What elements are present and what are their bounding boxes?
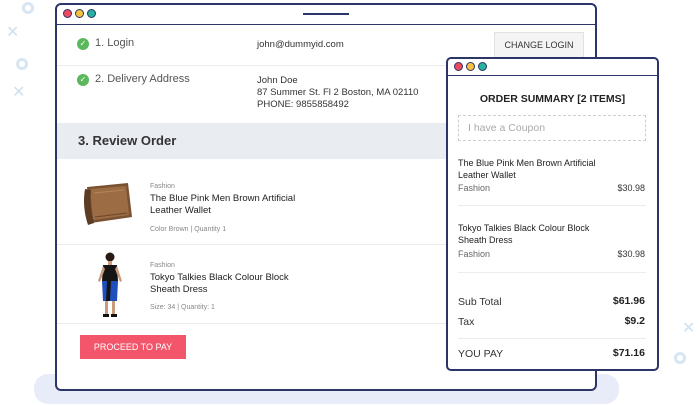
cross-decoration-icon: ✕ (682, 320, 696, 337)
ring-decoration-icon (22, 2, 34, 14)
close-dot-icon[interactable] (454, 62, 463, 71)
item-category: Fashion (150, 183, 175, 190)
login-step-label: 1. Login (95, 37, 135, 49)
summary-item-name-line2: Sheath Dress (458, 235, 513, 245)
address-name: John Doe (257, 75, 298, 86)
subtotal-value: $61.96 (612, 295, 645, 307)
stage: ✕ ✕ ✕ ✓ 1. Login john@dummyid.com CHANGE… (0, 0, 700, 406)
item-meta: Size: 34 | Quantity: 1 (150, 304, 215, 311)
coupon-input[interactable]: I have a Coupon (458, 115, 646, 141)
close-dot-icon[interactable] (63, 9, 72, 18)
titlebar-line (303, 13, 349, 15)
login-check-icon: ✓ (77, 38, 89, 50)
tax-value: $9.2 (624, 315, 645, 327)
summary-item-price: $30.98 (617, 249, 645, 259)
address-street: 87 Summer St. Fl 2 Boston, MA 02110 (257, 87, 419, 98)
address-step-label: 2. Delivery Address (95, 73, 190, 85)
summary-item-category: Fashion (458, 249, 491, 259)
cross-decoration-icon: ✕ (12, 84, 26, 101)
item-meta: Color Brown | Quantity 1 (150, 226, 227, 233)
divider (458, 338, 646, 339)
address-phone: PHONE: 9855858492 (257, 99, 349, 110)
order-summary-window: ORDER SUMMARY [2 ITEMS] I have a Coupon … (446, 57, 659, 371)
wallet-product-image (84, 183, 132, 225)
proceed-to-pay-button[interactable]: PROCEED TO PAY (80, 335, 186, 359)
window-controls (63, 9, 96, 18)
cross-decoration-icon: ✕ (6, 24, 20, 41)
minimize-dot-icon[interactable] (75, 9, 84, 18)
you-pay-value: $71.16 (612, 347, 645, 359)
window-titlebar (57, 5, 595, 25)
maximize-dot-icon[interactable] (87, 9, 96, 18)
item-name-line2: Sheath Dress (150, 284, 208, 295)
subtotal-label: Sub Total (458, 296, 502, 308)
divider (458, 205, 646, 206)
summary-item-name-line1: Tokyo Talkies Black Colour Block (458, 223, 590, 233)
item-category: Fashion (150, 262, 175, 269)
tax-label: Tax (458, 316, 475, 328)
summary-title: ORDER SUMMARY [2 ITEMS] (479, 93, 626, 105)
dress-product-image (98, 252, 122, 317)
summary-item-name-line2: Leather Wallet (458, 170, 516, 180)
item-name-line2: Leather Wallet (150, 205, 211, 216)
summary-item-name-line1: The Blue Pink Men Brown Artificial (458, 158, 596, 168)
window-controls (454, 62, 487, 71)
summary-titlebar (448, 59, 657, 76)
item-name-line1: Tokyo Talkies Black Colour Block (150, 272, 289, 283)
you-pay-label: YOU PAY (458, 348, 504, 360)
login-email: john@dummyid.com (257, 39, 344, 50)
ring-decoration-icon (674, 352, 686, 364)
address-check-icon: ✓ (77, 74, 89, 86)
summary-item-category: Fashion (458, 183, 491, 193)
ring-decoration-icon (16, 58, 28, 70)
divider (458, 272, 646, 273)
item-name-line1: The Blue Pink Men Brown Artificial (150, 193, 296, 204)
summary-item-price: $30.98 (617, 183, 645, 193)
review-title: 3. Review Order (78, 133, 177, 148)
maximize-dot-icon[interactable] (478, 62, 487, 71)
minimize-dot-icon[interactable] (466, 62, 475, 71)
change-login-button[interactable]: CHANGE LOGIN (494, 32, 584, 58)
